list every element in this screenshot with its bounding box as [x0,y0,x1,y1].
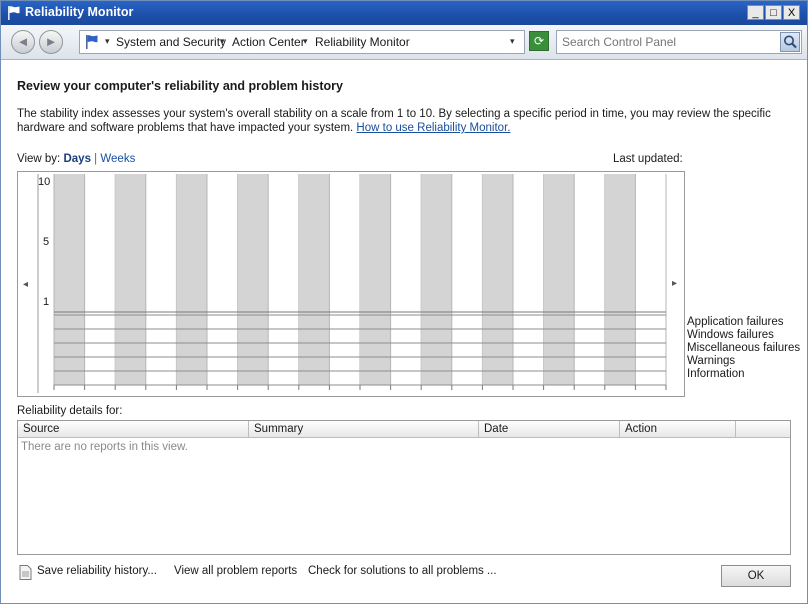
page-description: The stability index assesses your system… [17,107,787,135]
day-column-shaded [298,174,330,385]
day-column-shaded [54,174,85,385]
check-solutions-link[interactable]: Check for solutions to all problems ... [308,565,497,577]
refresh-button[interactable]: ⟳ [529,31,549,51]
breadcrumb-item-reliability-monitor[interactable]: Reliability Monitor [315,35,410,49]
document-icon [19,565,32,580]
day-column-shaded [115,174,146,385]
view-days-option[interactable]: Days [63,153,91,165]
address-bar: ◄ ► ▾ System and Security ▾ Action Cente… [1,25,807,60]
flag-icon [8,6,20,20]
address-dropdown-icon[interactable]: ▾ [510,36,515,47]
details-label: Reliability details for: [17,405,123,417]
back-arrow-icon: ◄ [16,34,30,49]
refresh-icon: ⟳ [533,34,545,48]
legend-windows-failures: Windows failures [687,329,774,341]
help-link[interactable]: How to use Reliability Monitor. [356,122,510,134]
chevron-down-icon[interactable]: ▾ [220,36,225,47]
day-column-shaded [482,174,513,385]
legend-application-failures: Application failures [687,316,784,328]
breadcrumb-item-system-and-security[interactable]: System and Security [116,35,226,49]
reports-table[interactable]: Source Summary Date Action There are no … [17,420,791,555]
view-all-reports-link[interactable]: View all problem reports [174,565,297,577]
title-bar: Reliability Monitor _ □ X [1,1,807,25]
day-column-shaded [360,174,391,385]
search-box[interactable] [556,30,802,54]
chevron-down-icon[interactable]: ▾ [105,36,110,47]
ok-button[interactable]: OK [721,565,791,587]
last-updated-label: Last updated: [613,153,683,165]
chevron-down-icon[interactable]: ▾ [303,36,308,47]
close-button[interactable]: X [783,5,800,20]
legend-warnings: Warnings [687,355,736,367]
minimize-button[interactable]: _ [747,5,764,20]
reliability-monitor-window: Reliability Monitor _ □ X ◄ ► ▾ System a… [0,0,808,604]
view-weeks-option[interactable]: Weeks [100,153,135,165]
empty-message: There are no reports in this view. [21,441,188,453]
flag-icon [86,35,98,49]
column-header-summary[interactable]: Summary [249,421,479,437]
breadcrumb[interactable]: ▾ System and Security ▾ Action Center ▾ … [79,30,525,54]
column-header-action[interactable]: Action [620,421,736,437]
view-by-label: View by: [17,153,61,165]
legend-information: Information [687,368,745,380]
search-button[interactable] [780,32,800,52]
scroll-right-icon[interactable]: ▸ [672,278,677,289]
view-divider: | [94,153,98,165]
day-column-shaded [421,174,452,385]
day-column-shaded [237,174,269,385]
forward-arrow-icon: ► [44,34,58,49]
window-title: Reliability Monitor [25,5,134,19]
table-header: Source Summary Date Action [18,421,790,438]
search-icon [784,35,797,49]
day-column-shaded [604,174,636,385]
save-history-link[interactable]: Save reliability history... [37,565,157,577]
column-header-date[interactable]: Date [479,421,620,437]
view-by-selector: View by: Days | Weeks [17,153,135,165]
legend-miscellaneous-failures: Miscellaneous failures [687,342,801,354]
forward-button[interactable]: ► [39,30,63,54]
back-button[interactable]: ◄ [11,30,35,54]
maximize-button[interactable]: □ [765,5,782,20]
breadcrumb-item-action-center[interactable]: Action Center [232,35,305,49]
day-column-shaded [543,174,575,385]
day-column-shaded [176,174,207,385]
search-input[interactable] [562,34,772,50]
page-title: Review your computer's reliability and p… [17,79,343,93]
stability-grid[interactable] [18,172,684,396]
stability-chart[interactable]: ◂ 10 5 1 [17,171,685,397]
column-header-source[interactable]: Source [18,421,249,437]
